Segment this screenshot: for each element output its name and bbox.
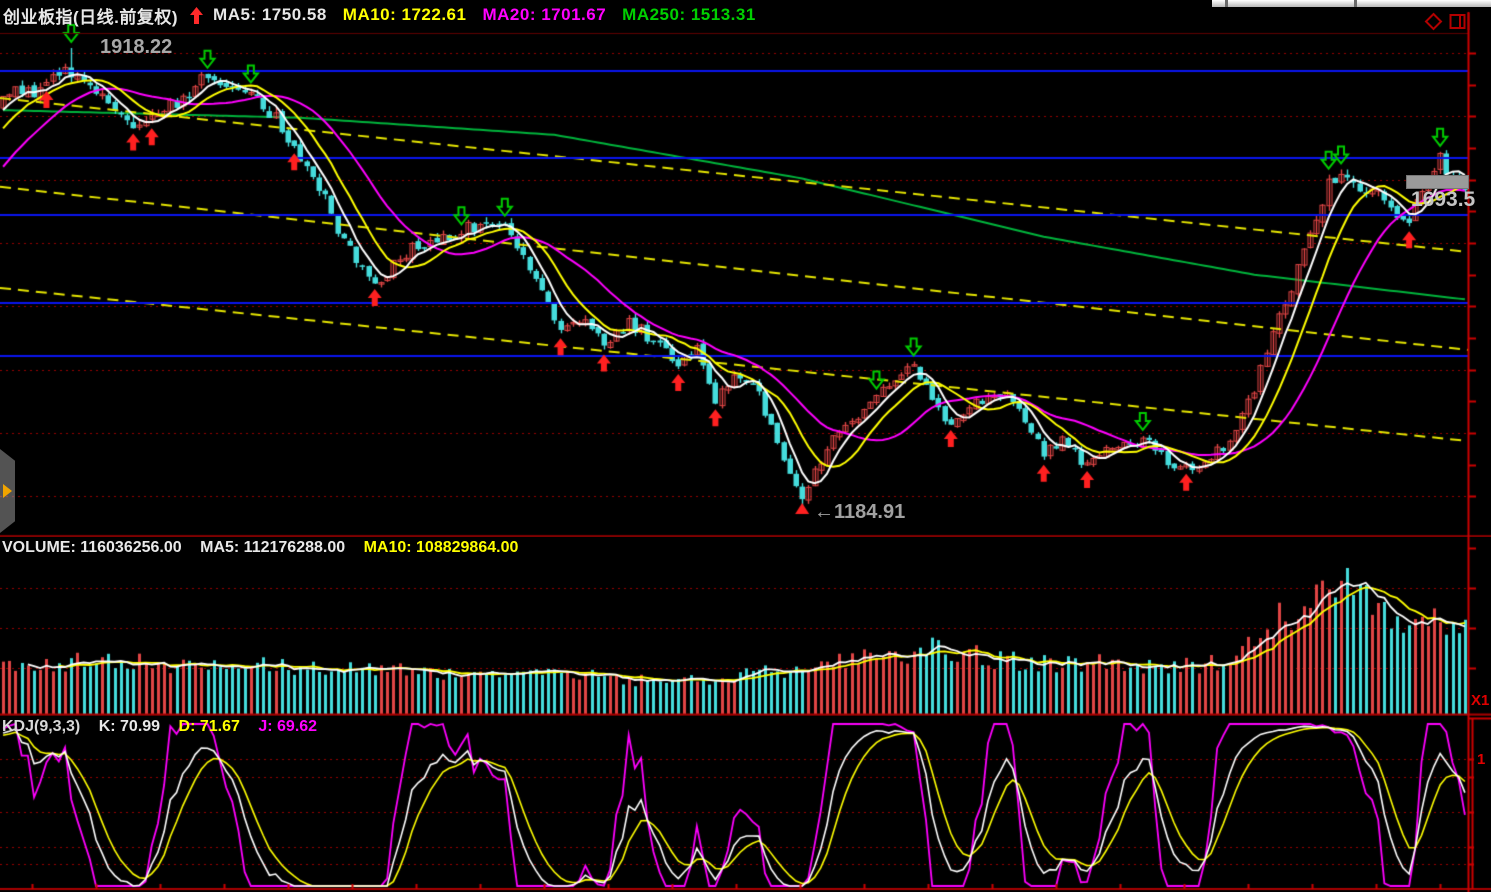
last-price-label: 1693.5 (1411, 188, 1475, 212)
volume-ma10-value: MA10: 108829864.00 (364, 539, 519, 556)
pane-control-icons (1424, 12, 1470, 36)
kdj-d-value: D: 71.67 (179, 718, 240, 735)
last-price-tag (1406, 175, 1469, 189)
kdj-k-value: K: 70.99 (99, 718, 160, 735)
kdj-name: KDJ(9,3,3) (2, 718, 80, 735)
ma10-value: MA10: 1722.61 (343, 5, 467, 25)
expand-arrow-icon (3, 484, 12, 498)
strip-notch (1354, 0, 1357, 7)
kdj-header: KDJ(9,3,3) K: 70.99 D: 71.67 J: 69.62 (2, 718, 317, 736)
period-low-label: ←1184.91 (814, 501, 905, 524)
volume-header: VOLUME: 116036256.00 MA5: 112176288.00 M… (2, 539, 518, 557)
ma20-value: MA20: 1701.67 (482, 5, 606, 25)
sidebar-expand-tab[interactable] (0, 449, 15, 533)
instrument-title: 创业板指(日线.前复权) (3, 3, 178, 28)
period-high-label: 1918.22 (100, 36, 172, 59)
up-arrow-icon (190, 7, 203, 24)
x-axis-scale-label: X1 (1471, 692, 1489, 709)
ma250-value: MA250: 1513.31 (622, 5, 756, 25)
kdj-pane-canvas[interactable] (0, 716, 1491, 892)
window-edge-strip (1212, 0, 1491, 7)
kdj-axis-value: 1 (1477, 751, 1485, 768)
volume-ma5-value: MA5: 112176288.00 (200, 539, 345, 556)
ma5-value: MA5: 1750.58 (213, 5, 327, 25)
stock-chart-app: 创业板指(日线.前复权) MA5: 1750.58 MA10: 1722.61 … (0, 0, 1491, 892)
volume-value: VOLUME: 116036256.00 (2, 539, 182, 556)
main-price-chart-canvas[interactable] (0, 0, 1491, 537)
strip-notch (1225, 0, 1228, 7)
volume-pane-canvas[interactable] (0, 537, 1491, 716)
split-window-icon[interactable] (1449, 13, 1470, 35)
diamond-icon[interactable] (1424, 12, 1443, 36)
kdj-j-value: J: 69.62 (258, 718, 317, 735)
